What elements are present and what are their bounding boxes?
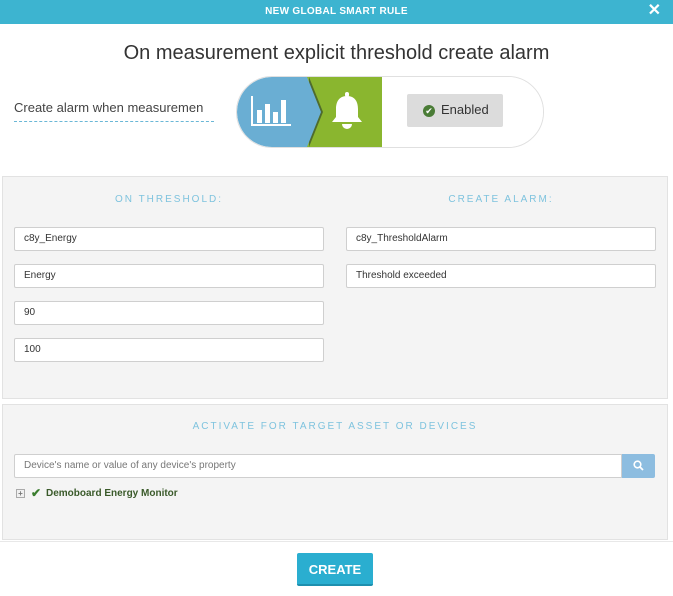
search-icon <box>633 460 644 471</box>
footer-divider <box>0 541 673 542</box>
fragment-input[interactable]: c8y_Energy <box>14 227 324 251</box>
rule-description-underline <box>14 121 214 122</box>
check-circle-icon: ✔ <box>423 105 435 117</box>
rule-title: On measurement explicit threshold create… <box>123 42 550 64</box>
smart-rule-dialog: NEW GLOBAL SMART RULE ✕ On measurement e… <box>0 0 673 596</box>
bell-icon <box>332 92 362 129</box>
chart-icon <box>251 96 291 126</box>
series-input[interactable]: Energy <box>14 264 324 288</box>
status-step: ✔ Enabled <box>382 77 543 147</box>
create-button[interactable]: CREATE <box>297 553 373 586</box>
dialog-header: NEW GLOBAL SMART RULE ✕ <box>0 0 673 24</box>
alarm-text-input[interactable]: Threshold exceeded <box>346 264 656 288</box>
min-value-input[interactable]: 90 <box>14 301 324 325</box>
enabled-toggle-button[interactable]: ✔ Enabled <box>407 94 503 127</box>
expand-plus-icon[interactable]: + <box>16 489 25 498</box>
max-value-input[interactable]: 100 <box>14 338 324 362</box>
device-label: Demoboard Energy Monitor <box>46 488 178 499</box>
rule-description[interactable]: Create alarm when measuremen <box>14 100 214 115</box>
search-button[interactable] <box>622 454 655 478</box>
close-icon[interactable]: ✕ <box>648 2 661 20</box>
flow-arrow <box>307 77 321 147</box>
dialog-title: NEW GLOBAL SMART RULE <box>265 6 408 17</box>
alarm-heading: CREATE ALARM: <box>448 194 554 205</box>
device-search-input[interactable]: Device's name or value of any device's p… <box>14 454 622 478</box>
enabled-label: Enabled <box>441 102 489 117</box>
checkmark-icon: ✔ <box>31 486 42 500</box>
targets-heading: ACTIVATE FOR TARGET ASSET OR DEVICES <box>192 421 478 432</box>
rule-flow-diagram: ✔ Enabled <box>236 76 544 148</box>
threshold-heading: ON THRESHOLD: <box>114 194 224 205</box>
alarm-type-input[interactable]: c8y_ThresholdAlarm <box>346 227 656 251</box>
